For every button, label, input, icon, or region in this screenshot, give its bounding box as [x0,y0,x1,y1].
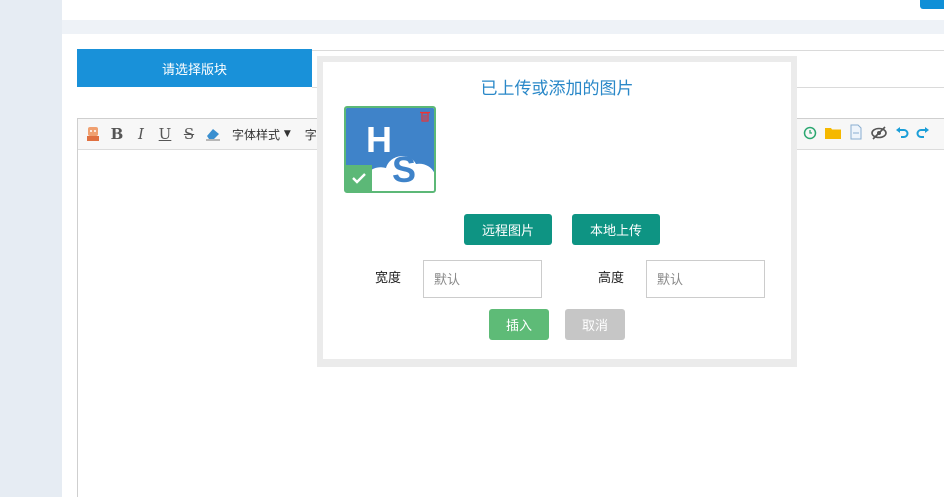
strikethrough-icon[interactable]: S [180,124,198,144]
font-style-dropdown[interactable]: 字体样式 ▼ [228,124,295,144]
image-dialog: 已上传或添加的图片 H S 远程图片 本地上传 宽度 高度 插入 取消 [317,56,797,367]
top-strip [62,20,944,34]
board-select-button[interactable]: 请选择版块 [77,49,312,87]
clock-icon[interactable] [803,125,817,144]
left-gutter [0,0,62,497]
image-thumbnail[interactable]: H S [344,106,436,193]
underline-icon[interactable]: U [156,124,174,144]
emoticon-icon[interactable] [84,124,102,144]
width-label: 宽度 [375,270,402,285]
top-panel [62,0,944,20]
delete-icon[interactable] [419,110,431,122]
logo-letter-s: S [392,149,416,190]
italic-icon[interactable]: I [132,124,150,144]
font-style-label: 字体样式 [232,127,281,142]
logo-letter-h: H [366,119,392,160]
height-label: 高度 [598,270,625,285]
toolbar-right-group [803,124,930,144]
check-icon [346,165,372,191]
undo-icon[interactable] [895,125,909,144]
insert-button[interactable]: 插入 [489,309,549,340]
dialog-title: 已上传或添加的图片 [480,79,634,99]
local-upload-button[interactable]: 本地上传 [572,214,660,245]
eraser-icon[interactable] [204,124,222,144]
bold-icon[interactable]: B [108,124,126,144]
folder-icon[interactable] [824,125,842,144]
height-input[interactable] [646,260,765,298]
top-corner-button[interactable] [920,0,944,9]
width-input[interactable] [423,260,542,298]
hide-icon[interactable] [870,125,888,144]
redo-icon[interactable] [916,125,930,144]
remote-image-button[interactable]: 远程图片 [464,214,552,245]
cancel-button[interactable]: 取消 [565,309,625,340]
select-border-top [312,50,944,51]
image-dialog-body: 已上传或添加的图片 H S 远程图片 本地上传 宽度 高度 插入 取消 [323,62,791,359]
file-icon[interactable] [849,124,863,144]
chevron-down-icon: ▼ [283,129,291,139]
